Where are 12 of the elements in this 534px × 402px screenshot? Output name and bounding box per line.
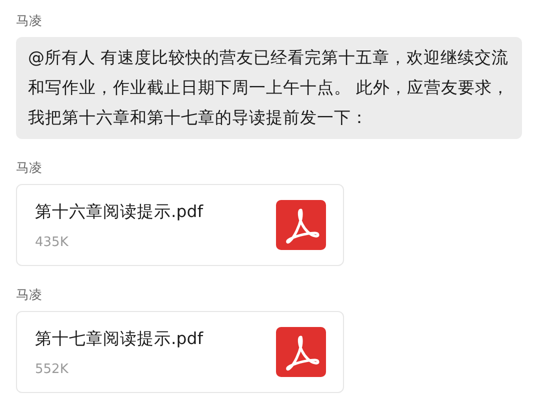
sender-name: 马凌	[16, 13, 42, 30]
pdf-icon	[276, 327, 326, 377]
file-size: 552K	[35, 362, 70, 376]
file-size: 435K	[35, 234, 70, 250]
pdf-icon	[276, 200, 326, 250]
file-card[interactable]: 第十七章阅读提示.pdf 552K	[16, 311, 344, 393]
sender-name: 马凌	[16, 160, 42, 177]
file-card[interactable]: 第十六章阅读提示.pdf 435K	[16, 184, 344, 266]
message-bubble: @所有人 有速度比较快的营友已经看完第十五章，欢迎继续交流和写作业，作业截止日期下周一上午十点。 此外，应营友要求，我把第十六章和第十七章的导读提前发一下：	[16, 37, 522, 139]
sender-name: 马凌	[16, 287, 42, 304]
file-name: 第十六章阅读提示.pdf	[35, 200, 204, 222]
file-name: 第十七章阅读提示.pdf	[35, 328, 204, 350]
